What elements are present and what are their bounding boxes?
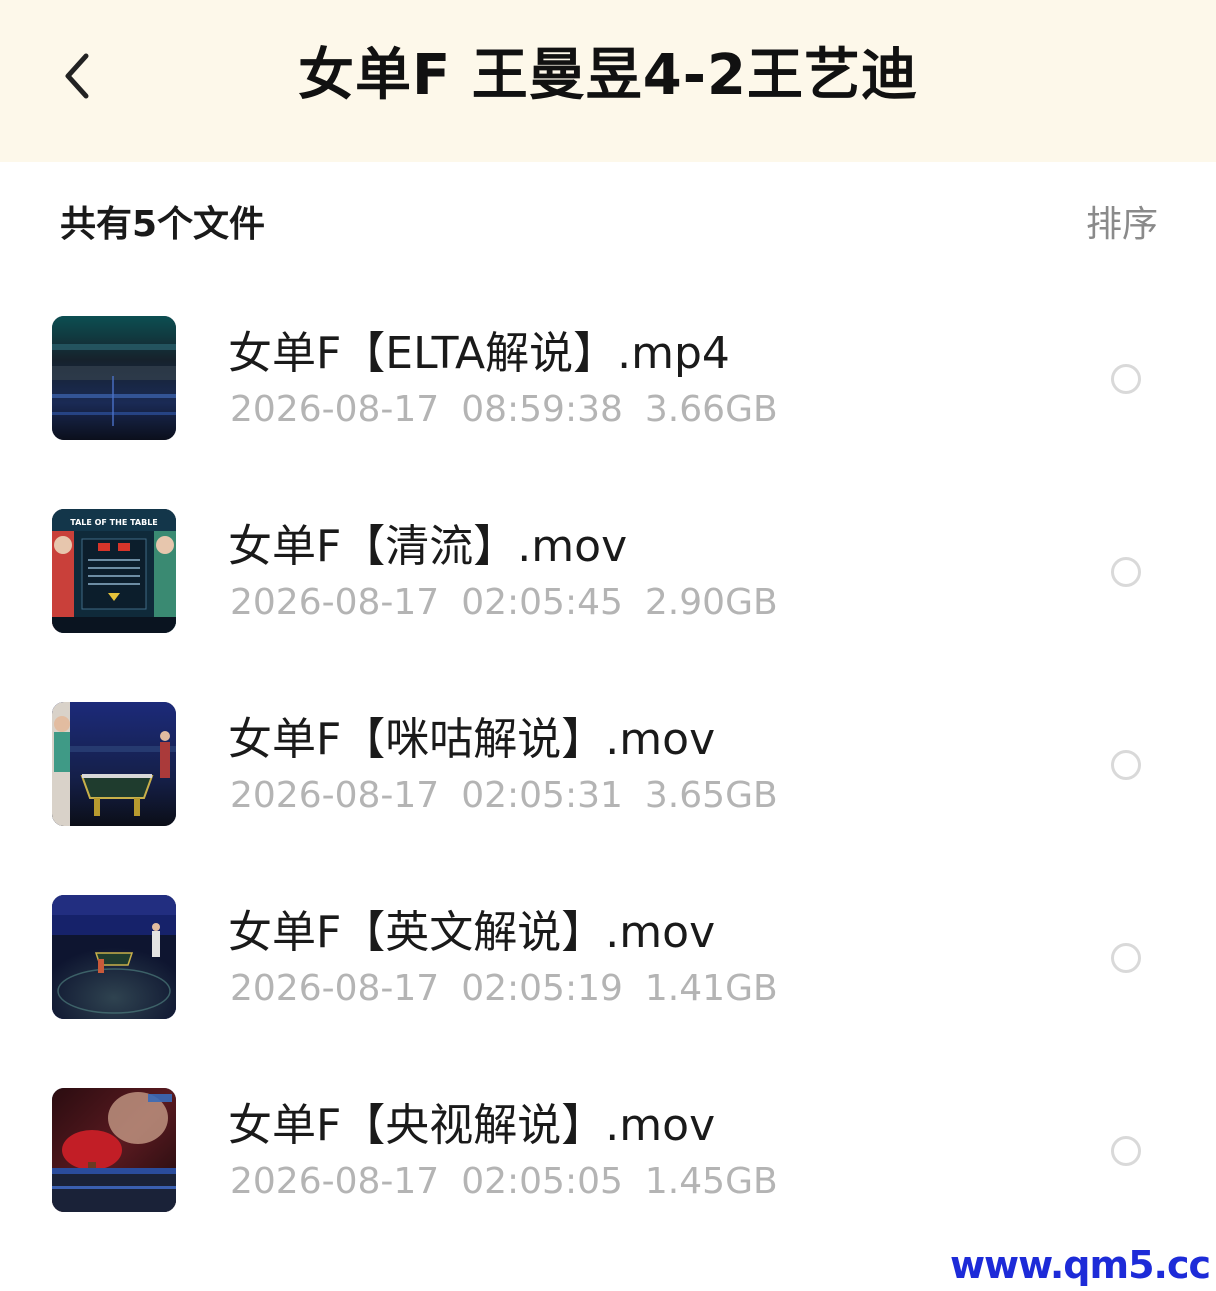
file-item[interactable]: 女单F【咪咕解说】.mov 2026-08-17 02:05:31 3.65GB	[0, 686, 1216, 879]
thumbnail-image: TALE OF THE TABLE	[52, 509, 176, 633]
file-count-label: 共有5个文件	[60, 204, 266, 245]
back-button[interactable]	[48, 40, 108, 112]
file-item[interactable]: 女单F【英文解说】.mov 2026-08-17 02:05:19 1.41GB	[0, 879, 1216, 1072]
file-item[interactable]: 女单F【ELTA解说】.mp4 2026-08-17 08:59:38 3.66GB	[0, 300, 1216, 493]
header-bar: 女单F 王曼昱4-2王艺迪	[0, 0, 1216, 162]
file-item[interactable]: 女单F【央视解说】.mov 2026-08-17 02:05:05 1.45GB	[0, 1072, 1216, 1265]
file-time: 02:05:31	[461, 775, 623, 816]
file-meta: 2026-08-17 02:05:19 1.41GB	[230, 961, 800, 1017]
select-radio[interactable]	[1111, 557, 1141, 587]
file-time: 02:05:05	[461, 1161, 623, 1202]
video-thumbnail	[52, 702, 176, 826]
select-radio[interactable]	[1111, 1136, 1141, 1166]
file-date: 2026-08-17	[230, 775, 440, 816]
file-meta: 2026-08-17 02:05:45 2.90GB	[230, 575, 800, 631]
file-list-page: 女单F 王曼昱4-2王艺迪 共有5个文件 排序 女单F【ELTA解说】.mp4 …	[0, 0, 1216, 1291]
video-thumbnail: TALE OF THE TABLE	[52, 509, 176, 633]
select-radio[interactable]	[1111, 943, 1141, 973]
file-size: 1.45GB	[644, 1161, 778, 1202]
select-radio[interactable]	[1111, 750, 1141, 780]
thumbnail-image	[52, 316, 176, 440]
file-meta: 2026-08-17 02:05:05 1.45GB	[230, 1154, 800, 1210]
file-date: 2026-08-17	[230, 389, 440, 430]
file-list: 女单F【ELTA解说】.mp4 2026-08-17 08:59:38 3.66GB…	[0, 300, 1216, 1265]
thumbnail-image	[52, 1088, 176, 1212]
file-size: 2.90GB	[644, 582, 778, 623]
file-item[interactable]: TALE OF THE TABLE 女单F【清流】.mov 2026-08-17…	[0, 493, 1216, 686]
sort-button[interactable]: 排序	[1086, 200, 1158, 250]
file-time: 02:05:19	[461, 968, 623, 1009]
file-time: 02:05:45	[461, 582, 623, 623]
file-size: 3.65GB	[644, 775, 778, 816]
file-name: 女单F【ELTA解说】.mp4	[228, 328, 730, 379]
select-radio[interactable]	[1111, 364, 1141, 394]
thumbnail-caption: TALE OF THE TABLE	[70, 518, 158, 527]
file-name: 女单F【清流】.mov	[228, 521, 628, 572]
video-thumbnail	[52, 316, 176, 440]
file-meta: 2026-08-17 08:59:38 3.66GB	[230, 382, 800, 438]
file-size: 3.66GB	[644, 389, 778, 430]
file-size: 1.41GB	[644, 968, 778, 1009]
file-name: 女单F【英文解说】.mov	[228, 907, 716, 958]
video-thumbnail	[52, 895, 176, 1019]
file-meta: 2026-08-17 02:05:31 3.65GB	[230, 768, 800, 824]
file-name: 女单F【央视解说】.mov	[228, 1100, 716, 1151]
file-name: 女单F【咪咕解说】.mov	[228, 714, 716, 765]
file-time: 08:59:38	[461, 389, 623, 430]
summary-row: 共有5个文件 排序	[0, 190, 1216, 260]
page-title: 女单F 王曼昱4-2王艺迪	[298, 43, 918, 108]
watermark-text: www.qm5.cc	[949, 1243, 1211, 1287]
thumbnail-image	[52, 895, 176, 1019]
file-date: 2026-08-17	[230, 582, 440, 623]
chevron-left-icon	[65, 53, 89, 99]
file-date: 2026-08-17	[230, 1161, 440, 1202]
video-thumbnail	[52, 1088, 176, 1212]
file-date: 2026-08-17	[230, 968, 440, 1009]
thumbnail-image	[52, 702, 176, 826]
